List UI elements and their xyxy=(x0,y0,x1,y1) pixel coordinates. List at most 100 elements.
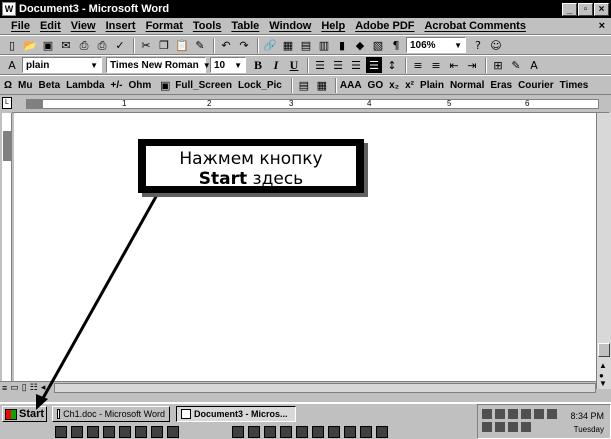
normal-button[interactable]: Normal xyxy=(450,80,484,91)
quick-launch-icon[interactable] xyxy=(151,426,163,438)
font-color-icon[interactable]: A xyxy=(526,57,542,73)
quick-launch-icon[interactable] xyxy=(87,426,99,438)
quick-launch-icon[interactable] xyxy=(328,426,340,438)
menu-format[interactable]: Format xyxy=(141,20,188,32)
word-app-icon[interactable]: W xyxy=(2,2,16,16)
quick-launch-icon[interactable] xyxy=(376,426,388,438)
font-select[interactable]: Times New Roman ▼ xyxy=(106,57,211,73)
next-page-icon[interactable]: ▼ xyxy=(599,379,607,388)
hyperlink-icon[interactable]: 🔗 xyxy=(262,37,278,53)
toolbar-icon-a[interactable]: ▤ xyxy=(296,77,312,93)
columns-icon[interactable]: ▮ xyxy=(334,37,350,53)
start-button[interactable]: Start xyxy=(2,406,47,422)
quick-launch-icon[interactable] xyxy=(55,426,67,438)
format-painter-icon[interactable]: ✎ xyxy=(192,37,208,53)
menu-acrobat-comments[interactable]: Acrobat Comments xyxy=(419,20,530,32)
tray-icon[interactable] xyxy=(508,409,518,419)
times-button[interactable]: Times xyxy=(560,80,589,91)
superscript-button[interactable]: x² xyxy=(405,80,414,91)
justify-icon[interactable]: ☰ xyxy=(366,57,382,73)
print-preview-icon[interactable]: ⎙ xyxy=(76,37,92,53)
style-select[interactable]: plain ▼ xyxy=(22,57,102,73)
bold-button[interactable]: B xyxy=(250,58,266,73)
mu-button[interactable]: Mu xyxy=(18,80,32,91)
ohm-button[interactable]: Ohm xyxy=(128,80,151,91)
menu-tools[interactable]: Tools xyxy=(188,20,227,32)
print-icon[interactable]: ⎙ xyxy=(94,37,110,53)
web-layout-icon[interactable]: ▭ xyxy=(10,382,19,393)
horizontal-ruler[interactable]: 1 2 3 4 5 6 xyxy=(12,96,609,113)
full-screen-button[interactable]: Full_Screen xyxy=(175,80,232,91)
save-icon[interactable]: ▣ xyxy=(40,37,56,53)
tray-icon[interactable] xyxy=(521,422,531,432)
underline-button[interactable]: U xyxy=(286,58,302,73)
tray-icon[interactable] xyxy=(482,422,492,432)
horizontal-scroll-track[interactable] xyxy=(54,382,596,393)
menu-adobe-pdf[interactable]: Adobe PDF xyxy=(350,20,419,32)
redo-icon[interactable]: ↷ xyxy=(236,37,252,53)
toolbar-icon-b[interactable]: ▦ xyxy=(314,77,330,93)
help-icon[interactable]: ? xyxy=(470,37,486,53)
scroll-left-icon[interactable]: ◂ xyxy=(41,382,46,393)
taskbar-button-document3[interactable]: Document3 - Micros... xyxy=(176,406,296,422)
menu-insert[interactable]: Insert xyxy=(101,20,141,32)
office-assistant-icon[interactable]: ☺ xyxy=(488,37,504,53)
document-map-icon[interactable]: ▧ xyxy=(370,37,386,53)
taskbar-button-ch1[interactable]: Ch1.doc - Microsoft Word xyxy=(52,406,170,422)
quick-launch-icon[interactable] xyxy=(103,426,115,438)
omega-button[interactable]: Ω xyxy=(4,80,12,91)
bullets-icon[interactable]: ≡ xyxy=(428,57,444,73)
lock-pic-button[interactable]: Lock_Pic xyxy=(238,80,282,91)
vertical-scrollbar[interactable]: ▲ ● ▼ xyxy=(596,113,611,389)
line-spacing-icon[interactable]: ↕ xyxy=(384,57,400,73)
tray-icon[interactable] xyxy=(547,409,557,419)
quick-launch-icon[interactable] xyxy=(71,426,83,438)
aaa-button[interactable]: AAA xyxy=(340,80,362,91)
menu-window[interactable]: Window xyxy=(264,20,316,32)
tray-icon[interactable] xyxy=(482,409,492,419)
new-document-icon[interactable]: ▯ xyxy=(4,37,20,53)
outline-view-icon[interactable]: ☷ xyxy=(30,382,38,393)
menu-help[interactable]: Help xyxy=(316,20,350,32)
tab-selector[interactable]: L xyxy=(2,97,12,109)
quick-launch-icon[interactable] xyxy=(119,426,131,438)
quick-launch-icon[interactable] xyxy=(232,426,244,438)
tables-borders-icon[interactable]: ▦ xyxy=(280,37,296,53)
quick-launch-icon[interactable] xyxy=(360,426,372,438)
menu-file[interactable]: File xyxy=(6,20,35,32)
quick-launch-icon[interactable] xyxy=(248,426,260,438)
zoom-select[interactable]: 106% ▼ xyxy=(406,37,466,53)
vertical-ruler[interactable] xyxy=(2,113,12,381)
align-right-icon[interactable]: ☰ xyxy=(348,57,364,73)
normal-view-icon[interactable]: ≡ xyxy=(2,383,7,393)
cut-icon[interactable]: ✂ xyxy=(138,37,154,53)
insert-table-icon[interactable]: ▤ xyxy=(298,37,314,53)
quick-launch-icon[interactable] xyxy=(344,426,356,438)
plus-minus-button[interactable]: +/- xyxy=(111,80,123,91)
clock-time[interactable]: 8:34 PM xyxy=(570,411,604,421)
border-icon[interactable]: ⊞ xyxy=(490,57,506,73)
align-center-icon[interactable]: ☰ xyxy=(330,57,346,73)
align-left-icon[interactable]: ☰ xyxy=(312,57,328,73)
menu-table[interactable]: Table xyxy=(226,20,264,32)
go-button[interactable]: GO xyxy=(368,80,384,91)
copy-icon[interactable]: ❐ xyxy=(156,37,172,53)
print-layout-icon[interactable]: ▯ xyxy=(22,382,27,393)
close-button[interactable]: × xyxy=(594,2,609,16)
quick-launch-icon[interactable] xyxy=(312,426,324,438)
document-close-icon[interactable]: × xyxy=(599,20,605,32)
quick-launch-icon[interactable] xyxy=(167,426,179,438)
menu-view[interactable]: View xyxy=(66,20,101,32)
eras-button[interactable]: Eras xyxy=(490,80,512,91)
show-hide-icon[interactable]: ¶ xyxy=(388,37,404,53)
restore-button[interactable]: ▫ xyxy=(578,2,593,16)
spelling-icon[interactable]: ✓ xyxy=(112,37,128,53)
tray-icon[interactable] xyxy=(534,409,544,419)
courier-button[interactable]: Courier xyxy=(518,80,554,91)
tray-icon[interactable] xyxy=(495,422,505,432)
numbering-icon[interactable]: ≡ xyxy=(410,57,426,73)
tray-icon[interactable] xyxy=(521,409,531,419)
quick-launch-icon[interactable] xyxy=(264,426,276,438)
subscript-button[interactable]: x₂ xyxy=(389,80,399,91)
quick-launch-icon[interactable] xyxy=(280,426,292,438)
